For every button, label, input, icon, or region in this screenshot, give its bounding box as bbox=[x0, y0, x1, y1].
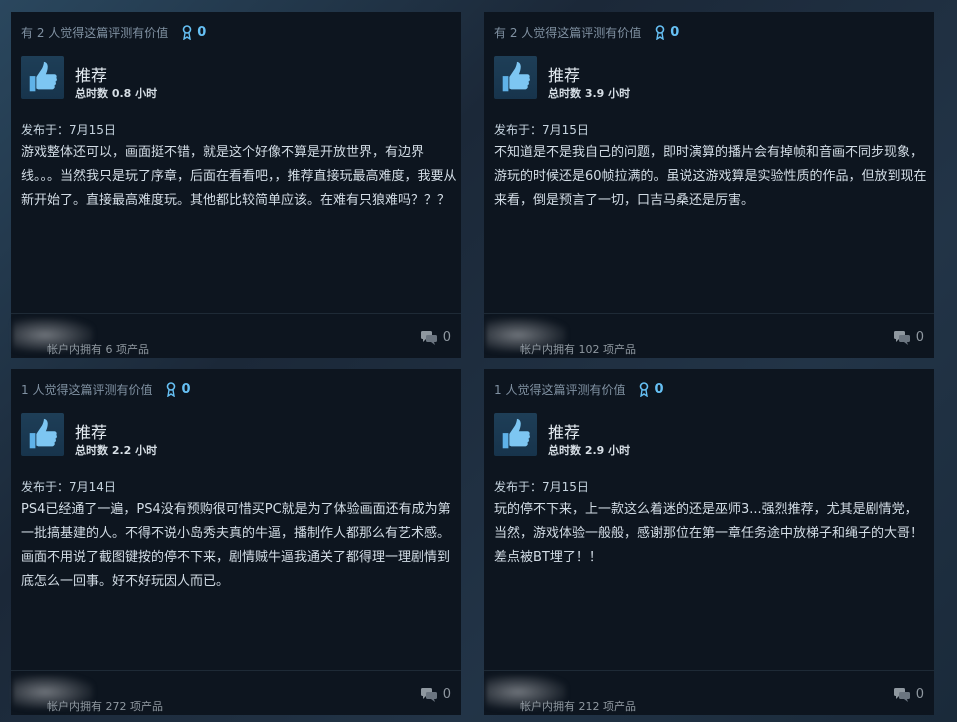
review-card: 1 人觉得这篇评测有价值 0 推荐 总时数 2.9 小时 发布于：7月15日 玩… bbox=[484, 369, 934, 715]
award-count: 0 bbox=[181, 382, 191, 397]
playtime: 总时数 0.8 小时 bbox=[75, 87, 158, 100]
comment-icon bbox=[893, 687, 910, 702]
award-icon bbox=[640, 382, 649, 397]
thumbs-up-icon bbox=[21, 56, 64, 99]
review-text: 玩的停不下来，上一款这么着迷的还是巫师3...强烈推荐，尤其是剧情党，当然，游戏… bbox=[494, 502, 924, 565]
comment-count: 0 bbox=[915, 687, 924, 702]
award-button[interactable]: 0 bbox=[166, 382, 191, 397]
award-button[interactable]: 0 bbox=[655, 25, 679, 40]
award-icon bbox=[655, 25, 665, 40]
helpful-text: 1 人觉得这篇评测有价值 bbox=[21, 383, 153, 397]
review-text: PS4已经通了一遍，PS4没有预购很可惜买PC就是为了体验画面还有成为第一批搞基… bbox=[21, 502, 451, 589]
playtime: 总时数 2.2 小时 bbox=[75, 444, 158, 457]
products-owned: 帐户内拥有 6 项产品 bbox=[47, 343, 149, 356]
products-owned: 帐户内拥有 212 项产品 bbox=[520, 700, 636, 713]
thumbs-up-icon bbox=[494, 56, 537, 99]
comment-count: 0 bbox=[442, 330, 451, 345]
helpful-count: 1 人觉得这篇评测有价值 0 bbox=[21, 381, 191, 398]
posted-date: 发布于：7月15日 bbox=[21, 123, 116, 137]
helpful-count: 1 人觉得这篇评测有价值 0 bbox=[494, 381, 664, 398]
helpful-count: 有 2 人觉得这篇评测有价值 0 bbox=[21, 24, 206, 41]
playtime: 总时数 3.9 小时 bbox=[548, 87, 631, 100]
review-text: 不知道是不是我自己的问题，即时演算的播片会有掉帧和音画不同步现象，游玩的时候还是… bbox=[494, 145, 927, 208]
comment-count: 0 bbox=[915, 330, 924, 345]
comment-icon bbox=[420, 330, 437, 345]
helpful-text: 有 2 人觉得这篇评测有价值 bbox=[494, 26, 642, 40]
comment-count: 0 bbox=[442, 687, 451, 702]
review-verdict[interactable]: 推荐 bbox=[75, 419, 107, 443]
posted-date: 发布于：7月14日 bbox=[21, 480, 116, 494]
award-button[interactable]: 0 bbox=[182, 25, 206, 40]
comment-icon bbox=[420, 687, 437, 702]
award-count: 0 bbox=[197, 25, 207, 40]
review-text: 游戏整体还可以，画面挺不错，就是这个好像不算是开放世界，有边界线。。。当然我只是… bbox=[21, 145, 457, 208]
review-footer: 帐户内拥有 272 项产品 0 bbox=[11, 670, 461, 715]
review-card: 有 2 人觉得这篇评测有价值 0 推荐 总时数 3.9 小时 发布于：7月15日… bbox=[484, 12, 934, 358]
comments-button[interactable]: 0 bbox=[893, 330, 924, 345]
award-count: 0 bbox=[670, 25, 680, 40]
comment-icon bbox=[893, 330, 910, 345]
review-footer: 帐户内拥有 6 项产品 0 bbox=[11, 313, 461, 358]
comments-button[interactable]: 0 bbox=[893, 687, 924, 702]
products-owned: 帐户内拥有 272 项产品 bbox=[47, 700, 163, 713]
review-verdict[interactable]: 推荐 bbox=[75, 62, 107, 86]
thumbs-up-icon bbox=[21, 413, 64, 456]
posted-date: 发布于：7月15日 bbox=[494, 123, 589, 137]
helpful-text: 1 人觉得这篇评测有价值 bbox=[494, 383, 626, 397]
award-button[interactable]: 0 bbox=[639, 382, 664, 397]
review-footer: 帐户内拥有 212 项产品 0 bbox=[484, 670, 934, 715]
thumbs-up-icon bbox=[494, 413, 537, 456]
review-card: 有 2 人觉得这篇评测有价值 0 推荐 总时数 0.8 小时 发布于：7月15日… bbox=[11, 12, 461, 358]
award-icon bbox=[167, 382, 176, 397]
award-icon bbox=[182, 25, 192, 40]
comments-button[interactable]: 0 bbox=[420, 330, 451, 345]
review-card: 1 人觉得这篇评测有价值 0 推荐 总时数 2.2 小时 发布于：7月14日 P… bbox=[11, 369, 461, 715]
review-verdict[interactable]: 推荐 bbox=[548, 62, 580, 86]
comments-button[interactable]: 0 bbox=[420, 687, 451, 702]
playtime: 总时数 2.9 小时 bbox=[548, 444, 631, 457]
review-verdict[interactable]: 推荐 bbox=[548, 419, 580, 443]
posted-date: 发布于：7月15日 bbox=[494, 480, 589, 494]
products-owned: 帐户内拥有 102 项产品 bbox=[520, 343, 636, 356]
helpful-count: 有 2 人觉得这篇评测有价值 0 bbox=[494, 24, 679, 41]
review-footer: 帐户内拥有 102 项产品 0 bbox=[484, 313, 934, 358]
helpful-text: 有 2 人觉得这篇评测有价值 bbox=[21, 26, 169, 40]
award-count: 0 bbox=[654, 382, 664, 397]
